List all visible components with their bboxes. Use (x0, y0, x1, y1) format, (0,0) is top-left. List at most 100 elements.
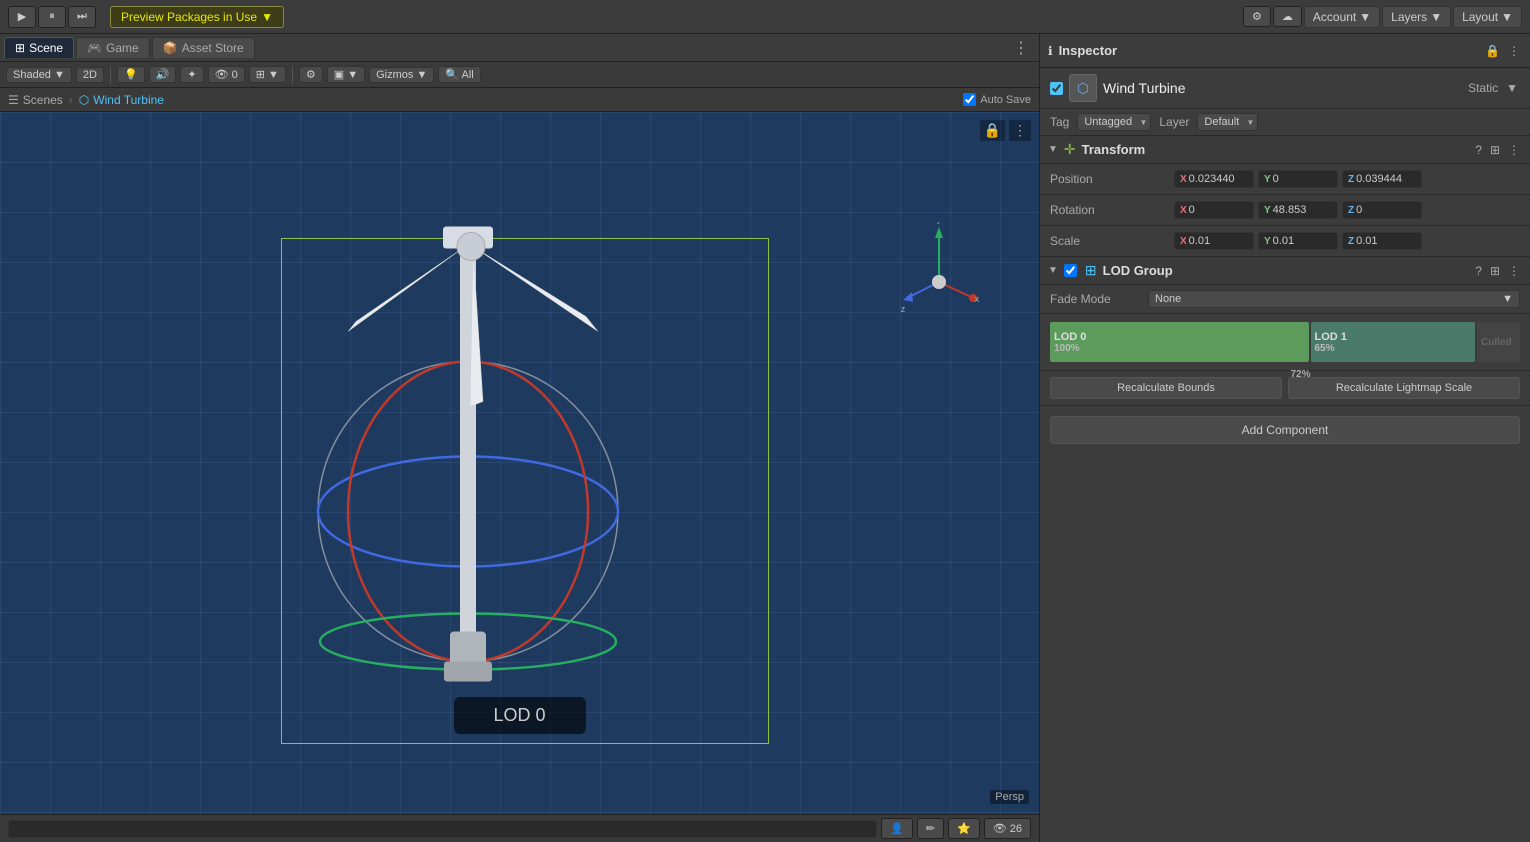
scene-bottom-icon4[interactable]: 👁 26 (984, 818, 1031, 839)
sy-axis-label: Y (1264, 236, 1271, 247)
breadcrumb-scenes: ☰ Scenes (8, 93, 63, 107)
lod1-pct: 65% (1315, 343, 1335, 354)
step-button[interactable]: ⏭ (68, 6, 96, 28)
add-component-button[interactable]: Add Component (1050, 416, 1520, 444)
scene-bottom-icon2[interactable]: ✏ (917, 818, 944, 839)
sz-axis-label: Z (1348, 236, 1354, 247)
scale-z-field[interactable]: Z 0.01 (1342, 232, 1422, 250)
fade-mode-label: Fade Mode (1050, 292, 1140, 306)
layer-dropdown-wrap: Default (1197, 113, 1258, 131)
lod0-label: LOD 0 (1054, 331, 1086, 343)
scene-viewport[interactable]: y x z Persp LOD 0 🔒 ⋮ (0, 112, 1039, 814)
persp-text: Persp (995, 791, 1024, 803)
pause-button[interactable]: ⏸ (38, 6, 66, 28)
rotation-y-field[interactable]: Y 48.853 (1258, 201, 1338, 219)
culled-label: Culled (1481, 337, 1512, 348)
lod-settings-btn[interactable]: ⊞ (1488, 264, 1502, 278)
x-axis-label: X (1180, 174, 1187, 185)
play-button[interactable]: ▶ (8, 6, 36, 28)
grid-icon-button[interactable]: ⊞ ▼ (249, 66, 286, 83)
tag-label: Tag (1050, 115, 1069, 129)
lock-viewport-icon[interactable]: 🔒 (980, 120, 1005, 141)
position-values: X 0.023440 Y 0 Z 0.039444 (1174, 170, 1520, 188)
object-enabled-checkbox[interactable] (1050, 82, 1063, 95)
gizmos-button[interactable]: Gizmos ▼ (369, 67, 434, 83)
scene-bottom-icon3[interactable]: ⭐ (948, 818, 980, 839)
account-dropdown[interactable]: Account ▼ (1304, 6, 1380, 28)
fade-mode-dropdown[interactable]: None ▼ (1148, 290, 1520, 308)
collab-icon-button[interactable]: ⚙ (1243, 6, 1271, 27)
recalculate-bounds-button[interactable]: Recalculate Bounds (1050, 377, 1282, 399)
toolbar-separator-1 (110, 66, 111, 84)
transform-title: Transform (1082, 142, 1468, 157)
scale-x-field[interactable]: X 0.01 (1174, 232, 1254, 250)
more-tabs-icon[interactable]: ⋮ (1007, 38, 1035, 58)
layout-dropdown[interactable]: Layout ▼ (1453, 6, 1522, 28)
2d-toggle[interactable]: 2D (76, 67, 104, 83)
inspector-header-icons: 🔒 ⋮ (1483, 44, 1522, 58)
scene-bottom-icon1[interactable]: 👤 (881, 818, 913, 839)
transform-more-btn[interactable]: ⋮ (1506, 143, 1522, 157)
shading-label: Shaded (13, 69, 51, 81)
audio-icon-button[interactable]: 🔊 (149, 66, 177, 83)
lod-group-section-header[interactable]: ▼ ⊞ LOD Group ? ⊞ ⋮ (1040, 257, 1530, 285)
hide-icon-button[interactable]: 👁 0 (208, 66, 245, 83)
fade-mode-chevron: ▼ (1502, 293, 1513, 305)
tab-scene[interactable]: ⊞ Scene (4, 37, 74, 58)
effects-icon-button[interactable]: ✦ (180, 66, 203, 83)
lod-help-btn[interactable]: ? (1473, 264, 1484, 278)
lod-more-btn[interactable]: ⋮ (1506, 264, 1522, 278)
lod1-segment[interactable]: LOD 1 65% (1311, 322, 1476, 362)
static-dropdown-btn[interactable]: ▼ (1504, 81, 1520, 95)
light-icon-button[interactable]: 💡 (117, 66, 145, 83)
add-component-row: Add Component (1040, 406, 1530, 454)
inspector-title: Inspector (1059, 43, 1118, 58)
lod1-label: LOD 1 (1315, 331, 1347, 343)
breadcrumb-active-item: ⬡ Wind Turbine (79, 93, 164, 107)
recalculate-lightmap-button[interactable]: Recalculate Lightmap Scale (1288, 377, 1520, 399)
tab-game[interactable]: 🎮 Game (76, 37, 150, 58)
lod-group-enabled-checkbox[interactable] (1064, 264, 1077, 277)
scene-toolbar: Shaded ▼ 2D 💡 🔊 ✦ 👁 0 ⊞ ▼ ⚙ ▣ ▼ Gizmos ▼… (0, 62, 1039, 88)
fade-mode-value: None (1155, 293, 1181, 305)
position-y-field[interactable]: Y 0 (1258, 170, 1338, 188)
rotation-z-field[interactable]: Z 0 (1342, 201, 1422, 219)
scene-bottom-bar: 👤 ✏ ⭐ 👁 26 (0, 814, 1039, 842)
scale-y-field[interactable]: Y 0.01 (1258, 232, 1338, 250)
search-all-button[interactable]: 🔍 All (438, 66, 480, 83)
tag-dropdown[interactable]: Untagged (1077, 113, 1151, 131)
position-z-field[interactable]: Z 0.039444 (1342, 170, 1422, 188)
preview-packages-button[interactable]: Preview Packages in Use ▼ (110, 6, 284, 28)
lod0-segment[interactable]: LOD 0 100% 72% (1050, 322, 1309, 362)
inspector-panel: ℹ Inspector 🔒 ⋮ ⬡ Wind Turbine Static ▼ … (1040, 34, 1530, 842)
cloud-icon-button[interactable]: ☁ (1273, 6, 1302, 27)
lod-culled-segment[interactable]: Culled (1477, 322, 1520, 362)
rotation-x-field[interactable]: X 0 (1174, 201, 1254, 219)
more-viewport-icon[interactable]: ⋮ (1009, 120, 1031, 141)
inspector-more-button[interactable]: ⋮ (1506, 44, 1522, 58)
transform-section-header[interactable]: ▼ ✛ Transform ? ⊞ ⋮ (1040, 136, 1530, 164)
lod-group-icon: ⊞ (1085, 262, 1097, 279)
scene-search-input[interactable] (8, 820, 877, 838)
position-x-field[interactable]: X 0.023440 (1174, 170, 1254, 188)
object-icon: ⬡ (1069, 74, 1097, 102)
shading-dropdown[interactable]: Shaded ▼ (6, 67, 72, 83)
tab-asset-store[interactable]: 📦 Asset Store (152, 37, 255, 58)
settings-icon-button[interactable]: ⚙ (299, 66, 323, 83)
view-icon-button[interactable]: ▣ ▼ (327, 66, 365, 83)
viewport-icons: 🔒 ⋮ (980, 120, 1031, 141)
transform-settings-btn[interactable]: ⊞ (1488, 143, 1502, 157)
2d-label: 2D (83, 69, 97, 81)
gizmo-arrows[interactable]: y x z (899, 222, 979, 325)
inspector-lock-button[interactable]: 🔒 (1483, 44, 1502, 58)
y-axis-label: Y (1264, 174, 1271, 185)
fade-mode-row: Fade Mode None ▼ (1040, 285, 1530, 314)
layers-dropdown[interactable]: Layers ▼ (1382, 6, 1451, 28)
rotation-row: Rotation X 0 Y 48.853 Z 0 (1040, 195, 1530, 226)
autosave-control[interactable]: Auto Save (963, 93, 1031, 106)
transform-help-btn[interactable]: ? (1473, 143, 1484, 157)
scale-values: X 0.01 Y 0.01 Z 0.01 (1174, 232, 1520, 250)
layer-dropdown[interactable]: Default (1197, 113, 1258, 131)
rz-axis-label: Z (1348, 205, 1354, 216)
autosave-checkbox[interactable] (963, 93, 976, 106)
